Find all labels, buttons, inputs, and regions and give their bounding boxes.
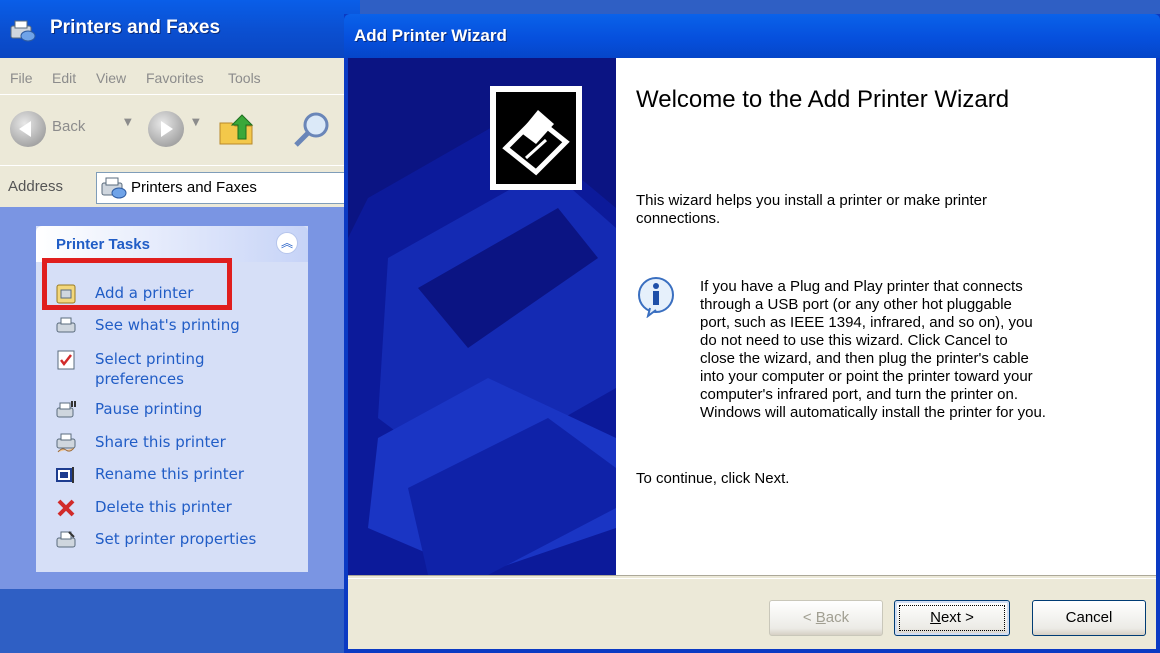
next-button[interactable]: Next >	[894, 600, 1010, 636]
task-select-printing-preferences[interactable]: Select printing preferences	[36, 344, 308, 390]
task-label: Delete this printer	[95, 498, 232, 516]
info-icon	[638, 277, 674, 318]
task-pause-printing[interactable]: Pause printing	[36, 394, 308, 424]
task-set-printer-properties[interactable]: Set printer properties	[36, 524, 308, 554]
task-label: Rename this printer	[95, 465, 245, 483]
info-line: do not need to use this wizard. Click Ca…	[700, 332, 1008, 349]
menu-favorites[interactable]: Favorites	[146, 70, 204, 86]
up-folder-icon[interactable]	[216, 109, 256, 149]
explorer-title-bar: Printers and Faxes	[0, 0, 360, 58]
back-dropdown-icon[interactable]: ▼	[124, 117, 132, 128]
info-line: port, such as IEEE 1394, infrared, and s…	[700, 314, 1033, 331]
wizard-info-text: If you have a Plug and Play printer that…	[700, 278, 1110, 422]
printers-folder-icon	[10, 20, 36, 42]
wizard-printer-logo	[490, 86, 582, 190]
printer-logo-icon	[502, 110, 570, 176]
add-printer-highlight-box	[42, 258, 232, 310]
cancel-button[interactable]: Cancel	[1032, 600, 1146, 636]
delete-x-icon	[57, 499, 75, 517]
address-bar: Address Printers and Faxes	[0, 165, 360, 208]
rename-icon	[56, 467, 74, 483]
task-share-printer[interactable]: Share this printer	[36, 427, 308, 457]
printer-properties-icon	[56, 531, 76, 548]
explorer-toolbar: Back ▼ ▼	[0, 94, 360, 165]
wizard-divider	[348, 575, 1156, 579]
printers-folder-icon	[101, 177, 127, 199]
back-button[interactable]: < Back	[769, 600, 883, 636]
explorer-bottom-area	[0, 589, 360, 653]
back-prefix: <	[802, 609, 816, 626]
wizard-heading: Welcome to the Add Printer Wizard	[636, 86, 1010, 113]
collapse-chevron-icon[interactable]: ︽	[276, 232, 298, 254]
task-label: Set printer properties	[95, 530, 257, 548]
task-see-whats-printing[interactable]: See what's printing	[36, 310, 308, 340]
printer-tasks-header[interactable]: Printer Tasks ︽	[36, 226, 308, 262]
menu-edit[interactable]: Edit	[52, 70, 76, 86]
info-line: computer's infrared port, and turn the p…	[700, 386, 1019, 403]
forward-arrow-icon[interactable]	[148, 111, 184, 147]
address-field[interactable]: Printers and Faxes	[96, 172, 348, 204]
menu-tools[interactable]: Tools	[228, 70, 261, 86]
back-rest: ack	[825, 609, 850, 626]
back-mnemonic: B	[815, 609, 826, 626]
menu-file[interactable]: File	[10, 70, 33, 86]
address-value: Printers and Faxes	[131, 179, 257, 196]
search-icon[interactable]	[290, 109, 334, 149]
explorer-window: Printers and Faxes File Edit View Favori…	[0, 0, 360, 653]
explorer-title: Printers and Faxes	[50, 17, 221, 38]
focus-ring	[899, 605, 1005, 631]
share-printer-icon	[56, 433, 76, 453]
task-rename-printer[interactable]: Rename this printer	[36, 459, 308, 489]
task-delete-printer[interactable]: Delete this printer	[36, 492, 308, 522]
info-line: through a USB port (or any other hot plu…	[700, 296, 1012, 313]
forward-dropdown-icon[interactable]: ▼	[192, 117, 200, 128]
address-label: Address	[8, 178, 64, 195]
wizard-side-banner	[348, 58, 616, 575]
wizard-content: Welcome to the Add Printer Wizard This w…	[616, 58, 1156, 575]
printer-icon	[56, 317, 76, 333]
printer-tasks-title: Printer Tasks	[56, 236, 150, 253]
back-label[interactable]: Back	[52, 118, 85, 135]
wizard-continue-text: To continue, click Next.	[636, 470, 790, 487]
task-label: Pause printing	[95, 400, 203, 418]
task-label: Select printing preferences	[95, 350, 205, 388]
task-label: Share this printer	[95, 433, 226, 451]
task-label: See what's printing	[95, 316, 240, 334]
info-line: into your computer or point the printer …	[700, 368, 1033, 385]
info-line: close the wizard, and then plug the prin…	[700, 350, 1029, 367]
wizard-body: Welcome to the Add Printer Wizard This w…	[348, 58, 1156, 649]
checklist-icon	[57, 350, 75, 370]
wizard-title-bar[interactable]: Add Printer Wizard	[344, 14, 1160, 58]
info-line: If you have a Plug and Play printer that…	[700, 278, 1023, 295]
wizard-intro-text: This wizard helps you install a printer …	[636, 192, 987, 227]
explorer-menu-bar: File Edit View Favorites Tools	[0, 58, 360, 94]
add-printer-wizard-dialog: Add Printer Wizard Welcome to the Add Pr…	[344, 14, 1160, 653]
pause-printer-icon	[56, 401, 76, 418]
back-arrow-icon[interactable]	[10, 111, 46, 147]
info-line: Windows will automatically install the p…	[700, 404, 1046, 421]
menu-view[interactable]: View	[96, 70, 126, 86]
wizard-title: Add Printer Wizard	[354, 26, 507, 45]
